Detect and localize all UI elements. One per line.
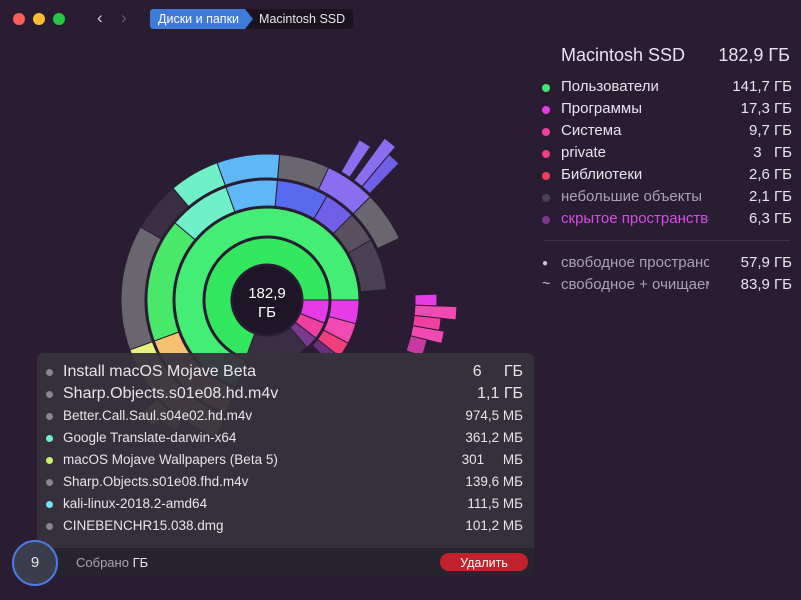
collection-item[interactable]: Sharp.Objects.s01e08.fhd.m4v 139,6 МБ	[37, 471, 534, 493]
center-size-unit: ГБ	[258, 304, 276, 321]
category-size: 6,3 ГБ	[749, 210, 792, 227]
approx-icon: ~	[542, 275, 551, 291]
item-size: 139,6 МБ	[465, 474, 523, 489]
category-color-dot	[542, 194, 550, 202]
collection-panel: Install macOS Mojave Beta 6 ГБ Sharp.Objec…	[37, 353, 534, 576]
item-color-dot	[46, 479, 53, 486]
breadcrumb-macintosh-ssd[interactable]: Macintosh SSD	[245, 9, 354, 29]
category-color-dot	[542, 106, 550, 114]
category-name: private	[561, 144, 607, 161]
collected-label: Собрано ГБ	[76, 555, 148, 570]
collected-unit: ГБ	[132, 555, 149, 570]
item-name: Google Translate-darwin-x64	[63, 430, 237, 445]
item-name: kali-linux-2018.2-amd64	[63, 496, 208, 511]
collection-item[interactable]: Sharp.Objects.s01e08.hd.m4v 1,1 ГБ	[37, 383, 534, 405]
item-color-dot	[46, 501, 53, 508]
close-window-icon[interactable]	[13, 13, 25, 25]
free-space-row[interactable]: ● свободное пространство 57,9 ГБ	[542, 253, 792, 275]
free-space-size: 57,9 ГБ	[740, 254, 792, 271]
sunburst-center-size[interactable]: 182,9 ГБ	[233, 284, 301, 322]
item-color-dot	[46, 457, 53, 464]
category-row[interactable]: Система 9,7 ГБ	[542, 121, 792, 143]
category-name: Система	[561, 122, 622, 139]
collection-item[interactable]: macOS Mojave Wallpapers (Beta 5) 301 МБ	[37, 449, 534, 471]
category-row[interactable]: Пользователи 141,7 ГБ	[542, 77, 792, 99]
item-name: CINEBENCHR15.038.dmg	[63, 518, 224, 533]
sunburst-seg[interactable]	[225, 179, 279, 213]
minimize-window-icon[interactable]	[33, 13, 45, 25]
category-row[interactable]: private 3 ГБ	[542, 143, 792, 165]
category-size: 2,1 ГБ	[749, 188, 792, 205]
item-size: 301 МБ	[461, 452, 523, 467]
category-name: небольшие объекты	[561, 188, 703, 205]
disk-total-size: 182,9 ГБ	[718, 45, 790, 65]
item-color-dot	[46, 413, 53, 420]
item-name: Sharp.Objects.s01e08.hd.m4v	[63, 385, 279, 402]
item-name: Install macOS Mojave Beta	[63, 363, 256, 380]
collection-footer: Собрано ГБ Удалить	[37, 548, 534, 576]
category-name: Программы	[561, 100, 643, 117]
item-name: Better.Call.Saul.s04e02.hd.m4v	[63, 408, 253, 423]
free-space-size: 83,9 ГБ	[740, 276, 792, 293]
collection-count-badge[interactable]: 9	[12, 540, 58, 586]
collection-item[interactable]: kali-linux-2018.2-amd64 111,5 МБ	[37, 493, 534, 515]
category-color-dot	[542, 150, 550, 158]
center-size-value: 182,9	[248, 285, 286, 302]
free-space-name: свободное пространство	[561, 254, 709, 271]
item-size: 361,2 МБ	[465, 430, 523, 445]
collection-item[interactable]: Install macOS Mojave Beta 6 ГБ	[37, 361, 534, 383]
category-size: 141,7 ГБ	[732, 78, 792, 95]
item-size: 974,5 МБ	[465, 408, 523, 423]
item-color-dot	[46, 523, 53, 530]
category-name: скрытое пространство	[561, 210, 709, 227]
item-size: 1,1 ГБ	[477, 385, 523, 402]
free-dot-icon: ●	[542, 258, 549, 269]
collected-label-text: Собрано	[76, 555, 129, 570]
forward-arrow-icon[interactable]: ›	[121, 8, 127, 28]
breadcrumb-disks-folders[interactable]: Диски и папки	[150, 9, 253, 29]
back-arrow-icon[interactable]: ‹	[97, 8, 103, 28]
delete-button[interactable]: Удалить	[440, 553, 528, 571]
free-space-name: свободное + очищаемое	[561, 276, 709, 293]
category-row[interactable]: небольшие объекты 2,1 ГБ	[542, 187, 792, 209]
category-color-dot	[542, 172, 550, 180]
item-name: macOS Mojave Wallpapers (Beta 5)	[63, 452, 278, 467]
category-size: 9,7 ГБ	[749, 122, 792, 139]
sunburst-spike[interactable]	[414, 293, 438, 307]
category-size: 17,3 ГБ	[740, 100, 792, 117]
free-space-row[interactable]: ~ свободное + очищаемое 83,9 ГБ	[542, 275, 792, 297]
category-divider	[544, 240, 790, 241]
category-row[interactable]: скрытое пространство 6,3 ГБ	[542, 209, 792, 231]
item-size: 111,5 МБ	[467, 496, 523, 511]
category-name: Библиотеки	[561, 166, 643, 183]
collection-item[interactable]: Better.Call.Saul.s04e02.hd.m4v 974,5 МБ	[37, 405, 534, 427]
item-name: Sharp.Objects.s01e08.fhd.m4v	[63, 474, 249, 489]
category-name: Пользователи	[561, 78, 659, 95]
category-size: 2,6 ГБ	[749, 166, 792, 183]
category-size: 3 ГБ	[753, 144, 792, 161]
category-row[interactable]: Программы 17,3 ГБ	[542, 99, 792, 121]
category-color-dot	[542, 128, 550, 136]
zoom-window-icon[interactable]	[53, 13, 65, 25]
collection-item[interactable]: Google Translate-darwin-x64 361,2 МБ	[37, 427, 534, 449]
disk-title: Macintosh SSD	[561, 45, 686, 65]
item-size: 6 ГБ	[472, 363, 523, 380]
item-color-dot	[46, 391, 53, 398]
category-color-dot	[542, 216, 550, 224]
item-size: 101,2 МБ	[465, 518, 523, 533]
item-color-dot	[46, 435, 53, 442]
category-color-dot	[542, 84, 550, 92]
item-color-dot	[46, 369, 53, 376]
category-row[interactable]: Библиотеки 2,6 ГБ	[542, 165, 792, 187]
breadcrumb: Диски и папки Macintosh SSD	[150, 9, 354, 29]
app-window: ‹ › Диски и папки Macintosh SSD 182,9 ГБ…	[0, 0, 801, 600]
collection-item[interactable]: CINEBENCHR15.038.dmg 101,2 МБ	[37, 515, 534, 537]
